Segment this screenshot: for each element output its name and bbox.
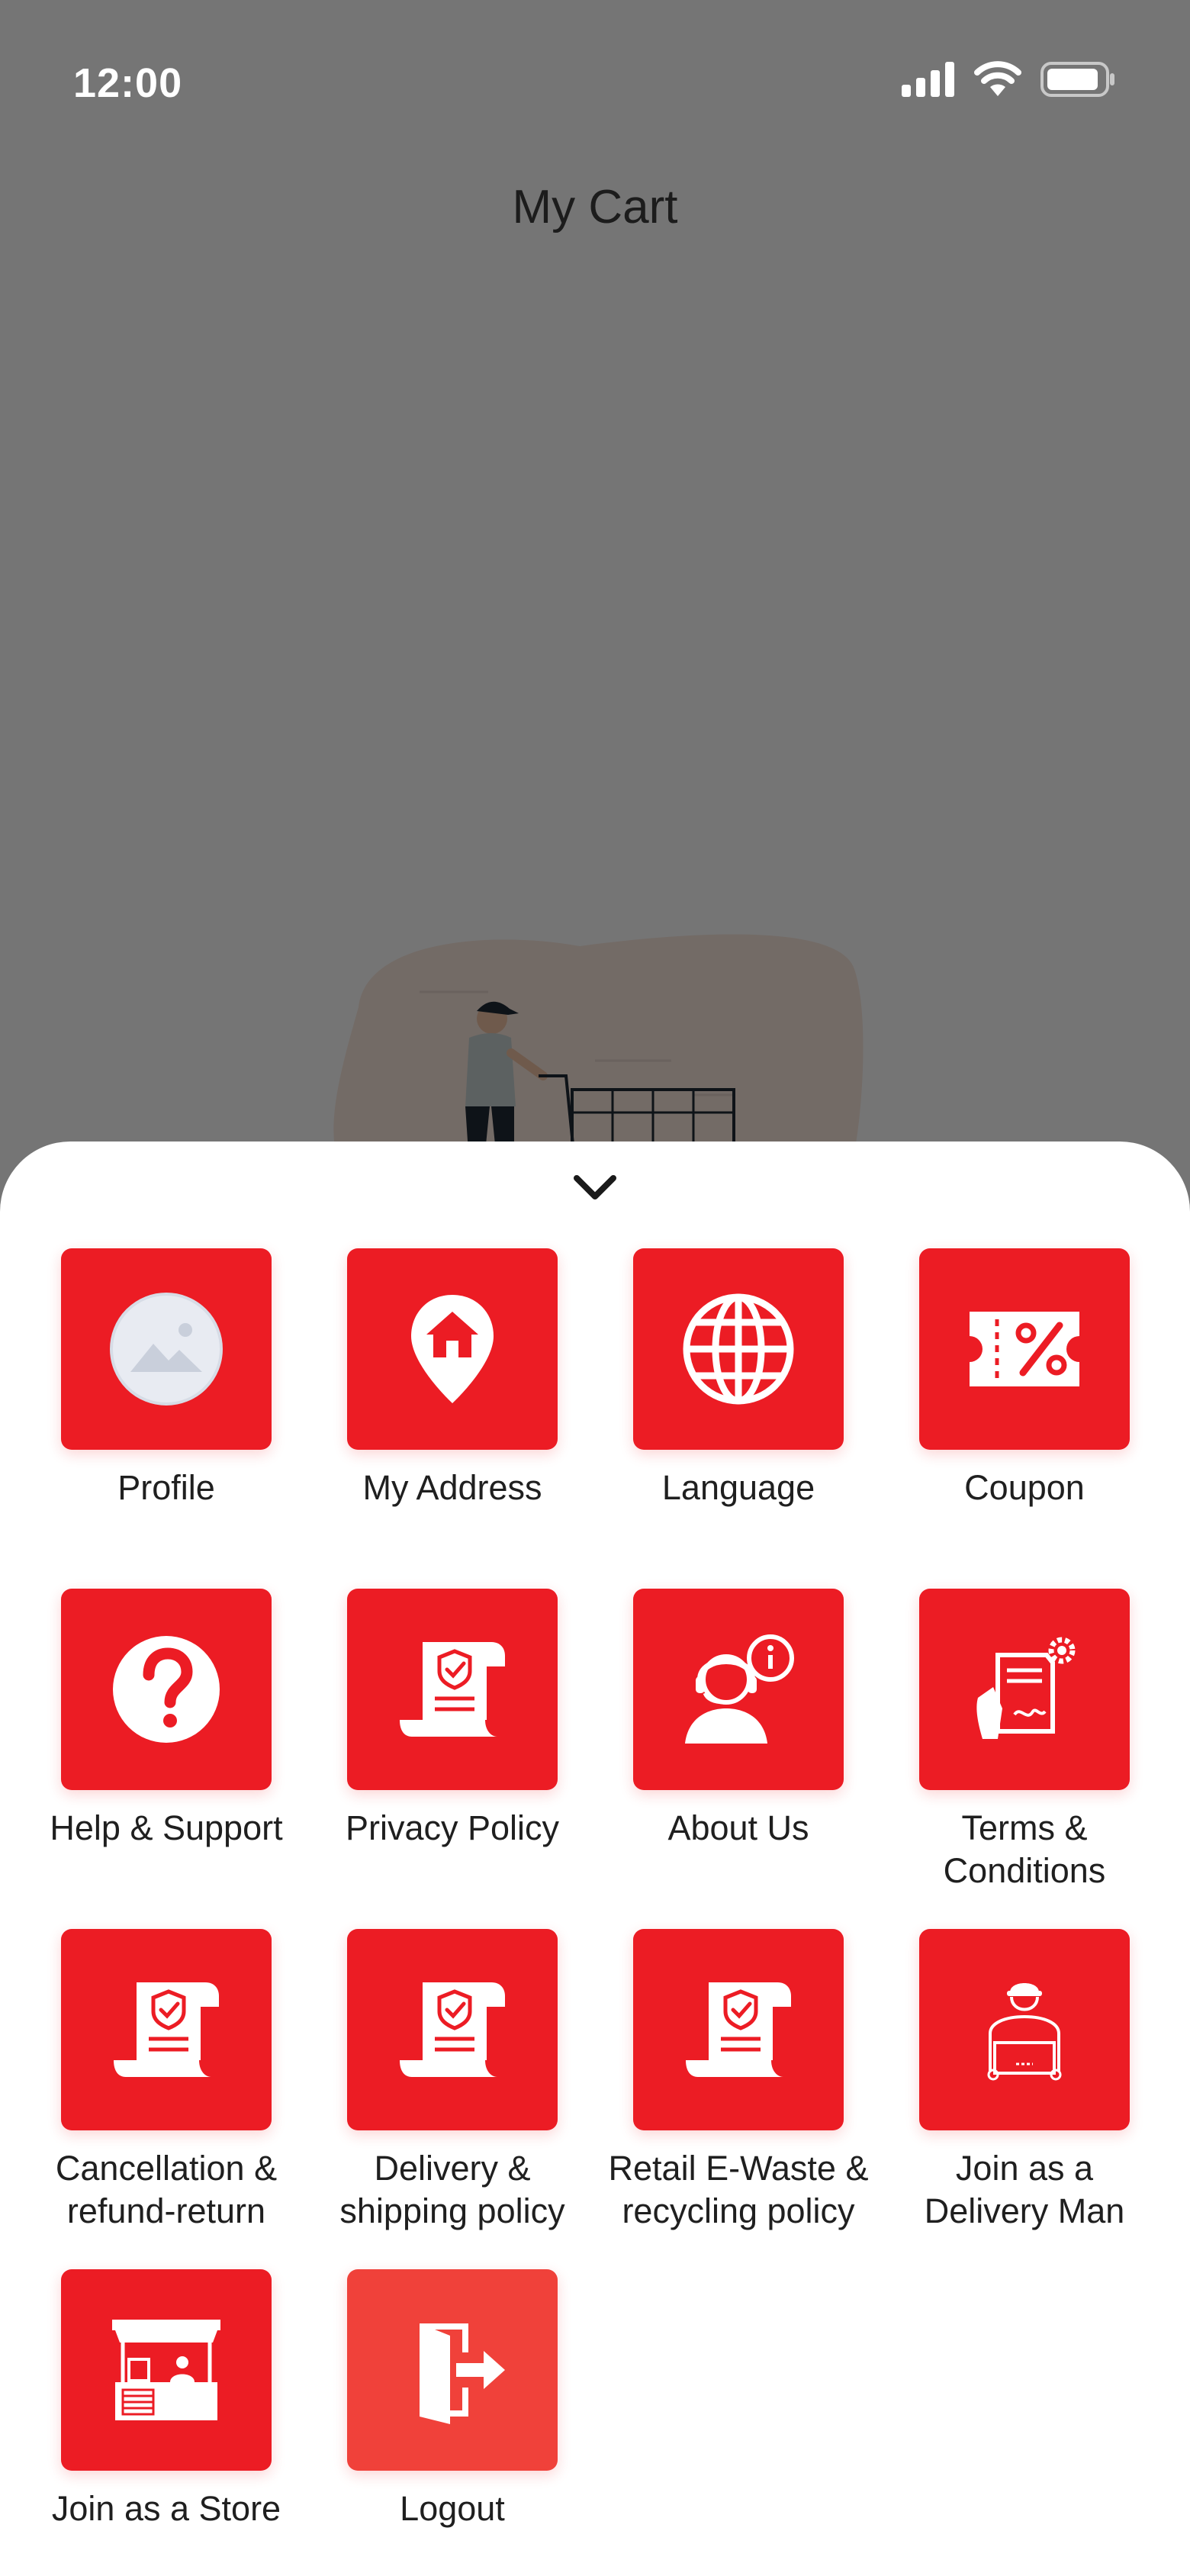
- status-time: 12:00: [73, 60, 183, 106]
- support-agent-icon: [685, 1634, 794, 1744]
- status-icons: [902, 61, 1117, 98]
- page-title: My Cart: [512, 181, 678, 233]
- menu-item-cancellation-refund[interactable]: Cancellation & refund-return: [23, 1929, 310, 2233]
- wifi-icon: [974, 61, 1021, 96]
- contract-sign-icon: [976, 1637, 1076, 1739]
- menu-item-label: Help & Support: [50, 1808, 283, 1847]
- logout-door-icon: [420, 2323, 505, 2424]
- about-us-tile[interactable]: [633, 1589, 844, 1790]
- menu-item-label: Terms & Conditions: [943, 1808, 1106, 1890]
- menu-item-profile[interactable]: Profile: [23, 1248, 310, 1509]
- menu-item-terms-conditions[interactable]: Terms & Conditions: [881, 1589, 1168, 1892]
- cellular-signal-icon: [902, 62, 954, 97]
- policy-scroll-icon: [400, 1982, 505, 2077]
- menu-item-label: Privacy Policy: [345, 1808, 560, 1847]
- coupon-ticket-icon: [970, 1312, 1079, 1386]
- join-delivery-man-tile[interactable]: [919, 1929, 1130, 2130]
- status-bar: 12:00: [0, 0, 1190, 168]
- menu-item-label: Cancellation & refund-return: [55, 2149, 278, 2230]
- question-icon: [113, 1636, 220, 1743]
- delivery-man-icon: [987, 1983, 1062, 2081]
- policy-scroll-icon: [400, 1642, 505, 1737]
- menu-item-join-store[interactable]: Join as a Store: [23, 2269, 310, 2530]
- menu-item-label: My Address: [362, 1468, 542, 1507]
- menu-item-about-us[interactable]: About Us: [595, 1589, 882, 1850]
- menu-item-label: Language: [661, 1468, 815, 1507]
- policy-scroll-icon: [686, 1982, 791, 2077]
- menu-item-join-delivery-man[interactable]: Join as a Delivery Man: [881, 1929, 1168, 2233]
- menu-item-label: About Us: [667, 1808, 809, 1847]
- collapse-sheet-button[interactable]: [572, 1172, 618, 1203]
- menu-item-my-address[interactable]: My Address: [309, 1248, 596, 1509]
- menu-item-language[interactable]: Language: [595, 1248, 882, 1509]
- menu-item-label: Join as a Store: [51, 2489, 281, 2528]
- battery-icon: [1040, 62, 1114, 97]
- menu-bottom-sheet: Profile My Address Language Coupon Help …: [0, 1141, 1190, 2576]
- menu-item-label: Retail E-Waste & recycling policy: [608, 2149, 869, 2230]
- menu-item-label: Logout: [400, 2489, 505, 2528]
- my-address-tile[interactable]: [347, 1248, 558, 1450]
- menu-item-label: Delivery & shipping policy: [339, 2149, 565, 2230]
- privacy-policy-tile[interactable]: [347, 1589, 558, 1790]
- location-home-icon: [411, 1295, 494, 1403]
- delivery-shipping-tile[interactable]: [347, 1929, 558, 2130]
- profile-placeholder-icon: [110, 1293, 223, 1406]
- cancellation-refund-tile[interactable]: [61, 1929, 272, 2130]
- logout-tile[interactable]: [347, 2269, 558, 2471]
- terms-conditions-tile[interactable]: [919, 1589, 1130, 1790]
- help-support-tile[interactable]: [61, 1589, 272, 1790]
- menu-item-coupon[interactable]: Coupon: [881, 1248, 1168, 1509]
- menu-item-label: Profile: [117, 1468, 215, 1507]
- policy-scroll-icon: [114, 1982, 219, 2077]
- menu-item-e-waste-policy[interactable]: Retail E-Waste & recycling policy: [595, 1929, 882, 2233]
- globe-icon: [683, 1293, 794, 1405]
- e-waste-policy-tile[interactable]: [633, 1929, 844, 2130]
- coupon-tile[interactable]: [919, 1248, 1130, 1450]
- menu-item-help-support[interactable]: Help & Support: [23, 1589, 310, 1850]
- menu-item-logout[interactable]: Logout: [309, 2269, 596, 2530]
- language-tile[interactable]: [633, 1248, 844, 1450]
- menu-item-privacy-policy[interactable]: Privacy Policy: [309, 1589, 596, 1850]
- store-icon: [112, 2320, 220, 2420]
- profile-tile[interactable]: [61, 1248, 272, 1450]
- menu-item-label: Join as a Delivery Man: [924, 2149, 1125, 2230]
- chevron-down-icon: [574, 1175, 616, 1199]
- join-store-tile[interactable]: [61, 2269, 272, 2471]
- menu-item-delivery-shipping[interactable]: Delivery & shipping policy: [309, 1929, 596, 2233]
- menu-item-label: Coupon: [964, 1468, 1085, 1507]
